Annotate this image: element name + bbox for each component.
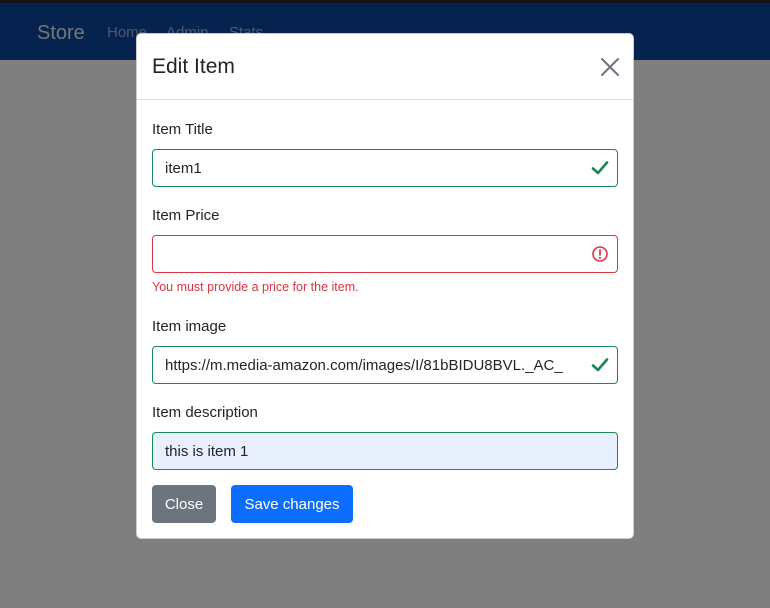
- price-error-message: You must provide a price for the item.: [152, 280, 359, 294]
- save-changes-button[interactable]: Save changes: [231, 485, 353, 523]
- item-price-label: Item Price: [152, 207, 220, 224]
- checkmark-icon: [591, 356, 609, 374]
- checkmark-icon: [591, 159, 609, 177]
- item-image-input[interactable]: [152, 346, 618, 384]
- close-button[interactable]: Close: [152, 485, 216, 523]
- item-title-label: Item Title: [152, 121, 213, 138]
- item-description-label: Item description: [152, 404, 258, 421]
- item-price-input[interactable]: [152, 235, 618, 273]
- exclamation-circle-icon: [591, 245, 609, 263]
- modal-header: Edit Item: [137, 34, 633, 100]
- edit-item-modal: Edit Item Item Title Item Price You must…: [136, 33, 634, 539]
- item-image-label: Item image: [152, 318, 227, 335]
- item-description-input[interactable]: [152, 432, 618, 470]
- item-title-input[interactable]: [152, 149, 618, 187]
- modal-title: Edit Item: [152, 55, 235, 78]
- close-icon[interactable]: [599, 56, 621, 78]
